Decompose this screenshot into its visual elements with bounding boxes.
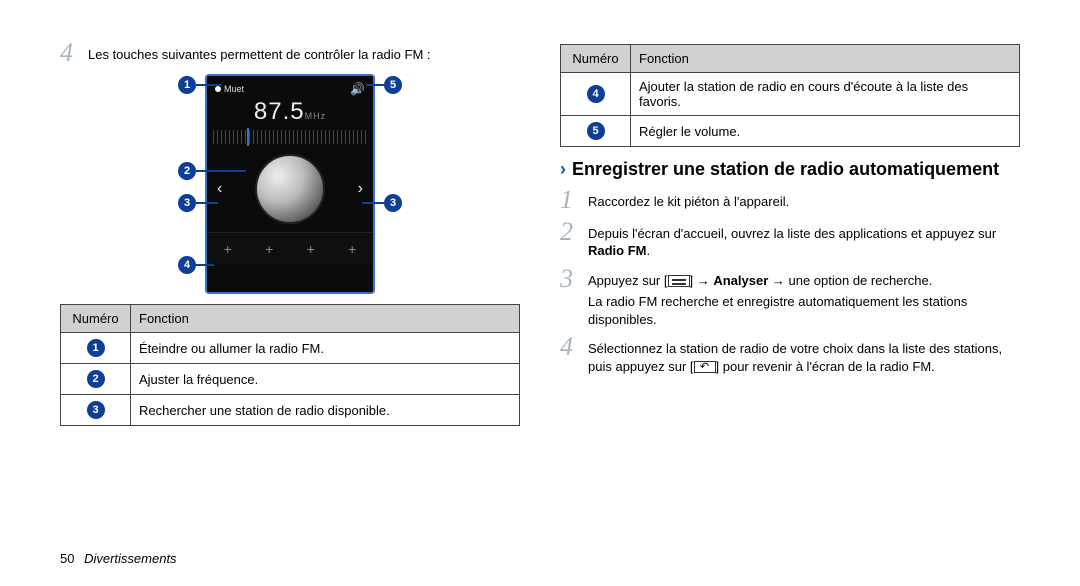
bold-fragment: Analyser [713, 273, 768, 288]
menu-icon [668, 275, 690, 287]
frequency-unit: MHz [305, 111, 327, 121]
callout-2: 2 [178, 162, 196, 180]
plus-icon: + [307, 241, 315, 257]
row-function: Rechercher une station de radio disponib… [131, 395, 520, 426]
bold-fragment: Radio FM [588, 243, 647, 258]
step-3: 3 Appuyez sur [ ] → Analyser → une option… [560, 266, 1020, 329]
row-number-icon: 4 [587, 85, 605, 103]
row-number-icon: 5 [587, 122, 605, 140]
section-heading: › Enregistrer une station de radio autom… [560, 159, 1020, 181]
table-row: 2 Ajuster la fréquence. [61, 364, 520, 395]
row-function: Ajuster la fréquence. [131, 364, 520, 395]
tuning-dial [255, 154, 325, 224]
table-header-number: Numéro [561, 45, 631, 73]
text-fragment: Appuyez sur [ [588, 273, 668, 288]
step-subtext: La radio FM recherche et enregistre auto… [588, 293, 1020, 328]
section-name: Divertissements [84, 551, 176, 566]
step-number: 3 [560, 266, 588, 292]
radio-figure: Muet 🔊 87.5MHz ‹ › + + + + [160, 74, 420, 294]
text-fragment: Depuis l'écran d'accueil, ouvrez la list… [588, 226, 996, 241]
mute-label: Muet [224, 84, 244, 94]
plus-icon: + [224, 241, 232, 257]
text-fragment: . [647, 243, 651, 258]
table-header-function: Fonction [631, 45, 1020, 73]
callout-3-left: 3 [178, 194, 196, 212]
frequency-value: 87.5 [254, 98, 305, 125]
table-row: 4 Ajouter la station de radio en cours d… [561, 73, 1020, 116]
callout-1: 1 [178, 76, 196, 94]
right-column: Numéro Fonction 4 Ajouter la station de … [560, 40, 1020, 426]
text-fragment: ] → [690, 273, 714, 288]
step-text: Les touches suivantes permettent de cont… [88, 40, 431, 64]
function-table-right: Numéro Fonction 4 Ajouter la station de … [560, 44, 1020, 147]
page-footer: 50 Divertissements [60, 551, 177, 566]
step-text: Raccordez le kit piéton à l'appareil. [588, 187, 789, 211]
frequency-scale [213, 130, 367, 144]
step-number: 4 [560, 334, 588, 360]
section-title: Enregistrer une station de radio automat… [572, 159, 999, 181]
frequency-display: 87.5MHz [207, 98, 373, 126]
table-header-number: Numéro [61, 305, 131, 333]
row-function: Ajouter la station de radio en cours d'é… [631, 73, 1020, 116]
text-fragment: → une option de recherche. [768, 273, 932, 288]
prev-arrow-icon: ‹ [217, 180, 222, 198]
page-number: 50 [60, 551, 74, 566]
table-header-function: Fonction [131, 305, 520, 333]
function-table-left: Numéro Fonction 1 Éteindre ou allumer la… [60, 304, 520, 426]
volume-icon: 🔊 [350, 82, 365, 96]
step-text: Sélectionnez la station de radio de votr… [588, 334, 1020, 375]
step-number: 1 [560, 187, 588, 213]
table-row: 1 Éteindre ou allumer la radio FM. [61, 333, 520, 364]
step-number: 4 [60, 40, 88, 66]
table-row: 3 Rechercher une station de radio dispon… [61, 395, 520, 426]
favorites-row: + + + + [207, 232, 373, 263]
row-number-icon: 2 [87, 370, 105, 388]
chevron-icon: › [560, 159, 566, 181]
table-row: 5 Régler le volume. [561, 116, 1020, 147]
step-text: Depuis l'écran d'accueil, ouvrez la list… [588, 219, 1020, 260]
callout-line [196, 264, 214, 266]
row-function: Régler le volume. [631, 116, 1020, 147]
left-column: 4 Les touches suivantes permettent de co… [60, 40, 520, 426]
step-2: 2 Depuis l'écran d'accueil, ouvrez la li… [560, 219, 1020, 260]
callout-3-right: 3 [384, 194, 402, 212]
callout-line [196, 84, 222, 86]
callout-5: 5 [384, 76, 402, 94]
step-4-intro: 4 Les touches suivantes permettent de co… [60, 40, 520, 66]
plus-icon: + [348, 241, 356, 257]
callout-line [362, 202, 384, 204]
row-function: Éteindre ou allumer la radio FM. [131, 333, 520, 364]
plus-icon: + [265, 241, 273, 257]
next-arrow-icon: › [358, 180, 363, 198]
row-number-icon: 3 [87, 401, 105, 419]
step-1: 1 Raccordez le kit piéton à l'appareil. [560, 187, 1020, 213]
callout-line [196, 170, 246, 172]
callout-line [366, 84, 384, 86]
step-number: 2 [560, 219, 588, 245]
radio-screen: Muet 🔊 87.5MHz ‹ › + + + + [205, 74, 375, 294]
step-4: 4 Sélectionnez la station de radio de vo… [560, 334, 1020, 375]
step-text: Appuyez sur [ ] → Analyser → une option d… [588, 266, 1020, 329]
callout-line [196, 202, 218, 204]
text-fragment: ] pour revenir à l'écran de la radio FM. [716, 359, 935, 374]
page-columns: 4 Les touches suivantes permettent de co… [60, 40, 1020, 426]
back-icon: ↶ [694, 361, 716, 373]
callout-4: 4 [178, 256, 196, 274]
row-number-icon: 1 [87, 339, 105, 357]
